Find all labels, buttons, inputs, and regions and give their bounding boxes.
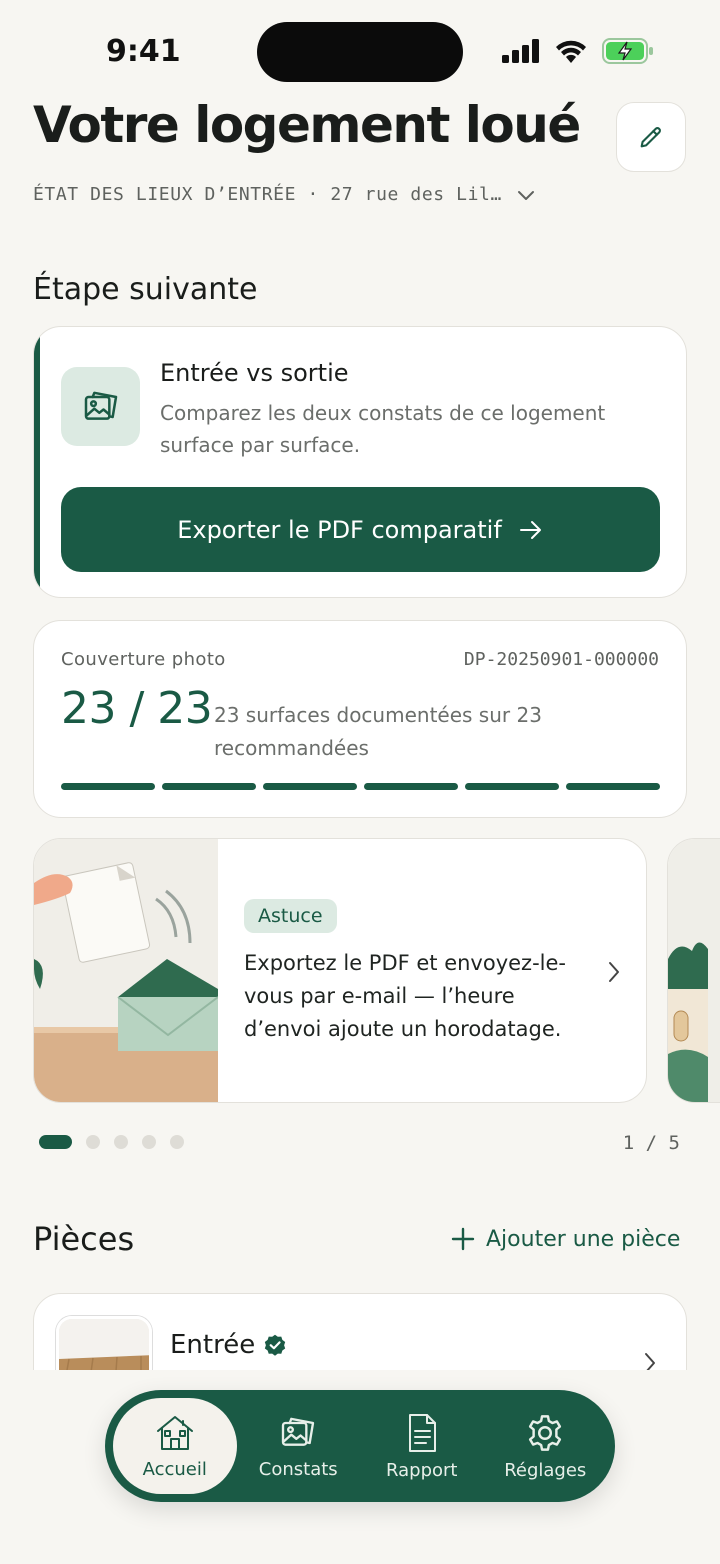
tip-text: Exportez le PDF et envoyez-le-vous par e… xyxy=(244,951,566,1041)
tab-constats[interactable]: Constats xyxy=(237,1398,361,1494)
progress-segment xyxy=(465,783,559,790)
wifi-icon xyxy=(556,40,586,63)
progress-segment xyxy=(162,783,256,790)
tab-label: Rapport xyxy=(386,1459,458,1481)
tab-accueil[interactable]: Accueil xyxy=(113,1398,237,1494)
tab-label: Réglages xyxy=(504,1459,587,1481)
battery-charging-icon xyxy=(602,38,653,64)
carousel-pager: 1 / 5 xyxy=(622,1132,680,1154)
dynamic-island xyxy=(257,22,463,82)
page-title: Votre logement loué xyxy=(33,96,581,154)
plus-icon xyxy=(451,1227,475,1251)
tab-label: Constats xyxy=(258,1458,338,1480)
step-icon-container xyxy=(61,367,140,446)
progress-segment xyxy=(263,783,357,790)
tip-card[interactable]: Astuce Exportez le PDF et envoyez-le-vou… xyxy=(33,838,647,1103)
tab-rapport[interactable]: Rapport xyxy=(360,1398,484,1494)
photo-coverage-card: Couverture photo DP-20250901-000000 23 /… xyxy=(33,620,687,818)
carousel-dot[interactable] xyxy=(86,1135,100,1149)
chevron-down-icon xyxy=(517,190,534,200)
export-button-label: Exporter le PDF comparatif xyxy=(177,515,502,544)
tab-label: Accueil xyxy=(142,1458,207,1480)
home-icon xyxy=(156,1415,193,1450)
next-step-card: Entrée vs sortie Comparez les deux const… xyxy=(33,326,687,598)
coverage-count: 23 / 23 xyxy=(61,683,213,734)
carousel-dot[interactable] xyxy=(114,1135,128,1149)
send-mail-illustration xyxy=(34,862,218,1102)
step-title: Entrée vs sortie xyxy=(160,359,349,387)
carousel-dot[interactable] xyxy=(142,1135,156,1149)
document-icon xyxy=(408,1413,436,1452)
pencil-icon xyxy=(640,127,661,148)
progress-segment xyxy=(566,783,660,790)
progress-segment xyxy=(364,783,458,790)
tab-reglages[interactable]: Réglages xyxy=(484,1398,608,1494)
coverage-description: 23 surfaces documentées sur 23 recommand… xyxy=(214,703,542,760)
carousel-dot[interactable] xyxy=(39,1135,72,1149)
carousel-dots[interactable] xyxy=(39,1135,184,1149)
coverage-progress-bar xyxy=(61,783,660,790)
next-step-heading: Étape suivante xyxy=(33,272,258,307)
tip-badge: Astuce xyxy=(244,899,337,933)
rooms-heading: Pièces xyxy=(33,1220,135,1258)
add-room-button[interactable]: Ajouter une pièce xyxy=(450,1226,680,1252)
status-bar: 9:41 xyxy=(0,0,720,100)
cellular-signal-icon xyxy=(502,39,539,63)
coverage-label: Couverture photo xyxy=(61,649,226,670)
property-subtitle: ÉTAT DES LIEUX D’ENTRÉE · 27 rue des Lil… xyxy=(33,184,502,205)
step-description: Comparez les deux constats de ce logemen… xyxy=(160,401,606,457)
photos-icon xyxy=(84,391,117,420)
edit-button[interactable] xyxy=(616,102,686,172)
arrow-right-icon xyxy=(519,520,541,539)
verified-badge-icon xyxy=(264,1334,286,1356)
gear-icon xyxy=(529,1414,562,1451)
carousel-dot[interactable] xyxy=(170,1135,184,1149)
chevron-right-icon xyxy=(609,962,619,982)
house-illustration xyxy=(668,839,720,1102)
progress-segment xyxy=(61,783,155,790)
tip-illustration xyxy=(34,839,218,1102)
card-accent-bar xyxy=(34,327,40,597)
status-icons xyxy=(502,38,654,64)
tab-bar: Accueil Constats Rapport Réglages xyxy=(105,1390,615,1502)
add-room-label: Ajouter une pièce xyxy=(486,1226,681,1252)
status-time: 9:41 xyxy=(106,34,181,69)
export-pdf-button[interactable]: Exporter le PDF comparatif xyxy=(61,487,660,572)
photos-icon xyxy=(282,1417,315,1446)
next-tip-card-peek[interactable] xyxy=(667,838,720,1103)
property-selector[interactable]: ÉTAT DES LIEUX D’ENTRÉE · 27 rue des Lil… xyxy=(33,184,536,205)
document-id: DP-20250901-000000 xyxy=(463,649,659,670)
room-name: Entrée xyxy=(170,1330,256,1360)
